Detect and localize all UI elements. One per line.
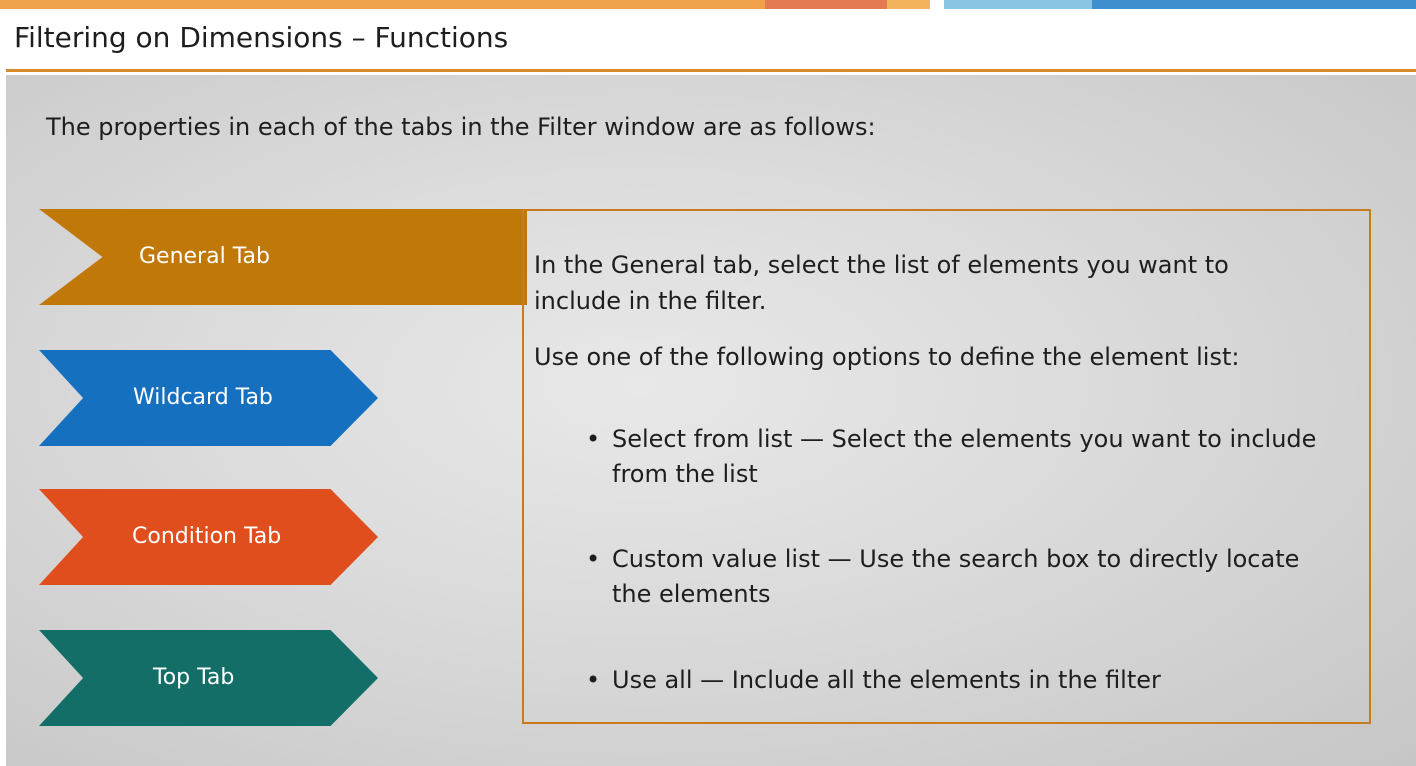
tab-top-label: Top Tab [153, 665, 235, 690]
list-item-line: Custom value list — Use the search box t… [612, 545, 1300, 573]
list-item-line: Use all — Include all the elements in th… [612, 666, 1161, 694]
bullet-icon: • [586, 666, 601, 694]
tab-wildcard-label: Wildcard Tab [133, 385, 273, 410]
bullet-icon: • [586, 425, 601, 453]
bullet-icon: • [586, 545, 601, 573]
accent-bar-red [765, 0, 887, 9]
slide-header: Filtering on Dimensions – Functions [0, 9, 1416, 71]
list-item: • Use all — Include all the elements in … [586, 663, 1366, 698]
slide-body: The properties in each of the tabs in th… [6, 75, 1416, 766]
tab-top[interactable]: Top Tab [39, 630, 378, 726]
list-item-line: the elements [612, 580, 771, 608]
detail-paragraph-line: include in the filter. [534, 287, 767, 315]
tab-general-label: General Tab [139, 244, 270, 269]
accent-bar-orange [0, 0, 765, 9]
accent-bar-blue [1092, 0, 1416, 9]
tab-detail-panel: In the General tab, select the list of e… [522, 209, 1371, 724]
top-accent-bar [0, 0, 1416, 9]
tab-general[interactable]: General Tab [39, 209, 527, 305]
detail-paragraph-line: In the General tab, select the list of e… [534, 251, 1229, 279]
list-item-line: from the list [612, 460, 758, 488]
detail-paragraph: In the General tab, select the list of e… [534, 247, 1229, 319]
slide: Filtering on Dimensions – Functions The … [0, 0, 1416, 766]
accent-bar-amber [887, 0, 930, 9]
list-item-line: Select from list — Select the elements y… [612, 425, 1317, 453]
tab-condition-label: Condition Tab [132, 524, 282, 549]
accent-bar-light-blue [944, 0, 1092, 9]
options-intro: Use one of the following options to defi… [534, 343, 1240, 371]
tab-condition[interactable]: Condition Tab [39, 489, 378, 585]
list-item: • Select from list — Select the elements… [586, 422, 1366, 492]
list-item: • Custom value list — Use the search box… [586, 542, 1366, 612]
tab-wildcard[interactable]: Wildcard Tab [39, 350, 378, 446]
page-title: Filtering on Dimensions – Functions [14, 21, 509, 54]
header-divider [6, 69, 1416, 72]
intro-text: The properties in each of the tabs in th… [46, 113, 876, 141]
